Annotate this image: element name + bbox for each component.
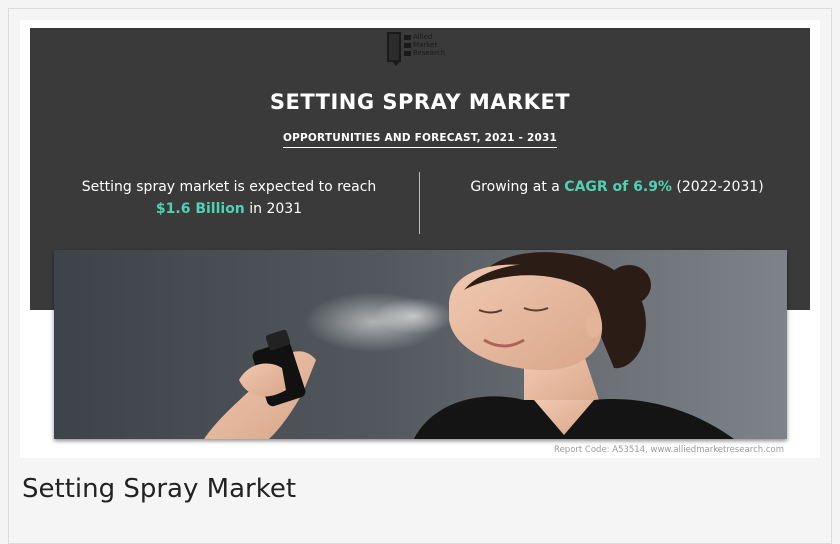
- logo-text-line1: Allied: [404, 33, 445, 41]
- market-size-text: Setting spray market is expected to reac…: [81, 179, 377, 195]
- cagr-period: (2022-2031): [671, 179, 764, 195]
- allied-market-research-logo: Allied Market Research: [387, 32, 467, 68]
- infographic-subtitle: OPPORTUNITIES AND FORECAST, 2021 - 2031: [283, 132, 557, 148]
- stat-divider: [419, 172, 420, 234]
- image-caption: Setting Spray Market: [22, 474, 297, 504]
- market-size-value: $1.6 Billion: [155, 201, 245, 217]
- logo-text-line3: Research: [404, 49, 445, 57]
- logo-mark-icon: [387, 32, 401, 66]
- cagr-text: Growing at a: [470, 179, 565, 195]
- report-code-text: Report Code: A53514, www.alliedmarketres…: [554, 445, 784, 455]
- cagr-value: CAGR of 6.9%: [564, 179, 672, 195]
- infographic-title: SETTING SPRAY MARKET: [269, 90, 571, 114]
- logo-text-line2: Market: [404, 41, 445, 49]
- market-size-stat: Setting spray market is expected to reac…: [40, 176, 418, 220]
- woman-spraying-setting-spray-photo: [54, 250, 787, 439]
- cagr-stat: Growing at a CAGR of 6.9% (2022-2031): [432, 176, 802, 198]
- market-size-year: in 2031: [244, 201, 303, 217]
